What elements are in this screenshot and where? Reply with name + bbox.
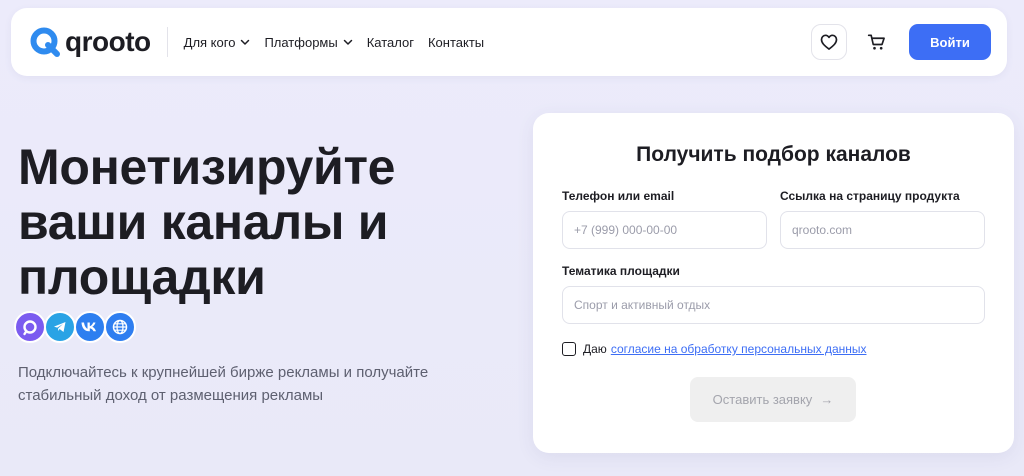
login-button[interactable]: Войти [909, 24, 991, 60]
nav-item-catalog[interactable]: Каталог [367, 35, 414, 50]
favorites-button[interactable] [811, 24, 847, 60]
consent-checkbox[interactable] [562, 342, 576, 356]
form-title: Получить подбор каналов [636, 143, 911, 166]
cart-button[interactable] [859, 24, 895, 60]
nav-item-label: Каталог [366, 34, 414, 50]
contact-label: Телефон или email [562, 189, 675, 203]
nav-item-label: Контакты [427, 34, 485, 50]
chevron-down-icon [241, 39, 250, 45]
arrow-right-icon: → [820, 392, 834, 407]
product-link-label: Ссылка на страницу продукта [780, 189, 960, 203]
hero-subtitle: Подключайтесь к крупнейшей бирже рекламы… [18, 364, 429, 404]
consent-text: Даю [583, 342, 607, 356]
logo-text: qrooto [65, 26, 151, 57]
nav-item-label: Для кого [183, 34, 236, 50]
nav-item-label: Платформы [264, 34, 338, 50]
logo-mark-icon [30, 27, 60, 57]
nav-item-platforms[interactable]: Платформы [264, 35, 352, 50]
chevron-down-icon [343, 39, 352, 45]
platform-icons [14, 311, 136, 343]
header-actions: Войти [811, 24, 991, 60]
topic-input[interactable] [562, 286, 985, 324]
max-icon [14, 311, 46, 343]
topic-label: Тематика площадки [562, 264, 680, 278]
submit-label: Оставить заявку [712, 392, 813, 407]
logo[interactable]: qrooto [29, 26, 151, 58]
telegram-icon [44, 311, 76, 343]
contact-input[interactable] [562, 211, 767, 249]
header-divider [166, 27, 168, 57]
nav-item-for-whom[interactable]: Для кого [184, 35, 251, 50]
main-nav: Для кого Платформы Каталог Контакты [184, 35, 498, 50]
submit-button[interactable]: Оставить заявку → [690, 377, 856, 422]
nav-item-contacts[interactable]: Контакты [428, 35, 484, 50]
hero-title: Монетизируйте ваши каналы и площадки [18, 139, 396, 305]
lead-form-card: Получить подбор каналов Телефон или emai… [533, 113, 1014, 453]
heart-icon [820, 34, 838, 50]
consent-row: Даю согласие на обработку персональных д… [562, 342, 867, 356]
consent-link[interactable]: согласие на обработку персональных данны… [611, 342, 867, 356]
product-link-input[interactable] [780, 211, 985, 249]
web-icon [104, 311, 136, 343]
site-header: qrooto Для кого Платформы Каталог Контак… [11, 8, 1007, 76]
cart-icon [867, 34, 885, 50]
vk-icon [74, 311, 106, 343]
